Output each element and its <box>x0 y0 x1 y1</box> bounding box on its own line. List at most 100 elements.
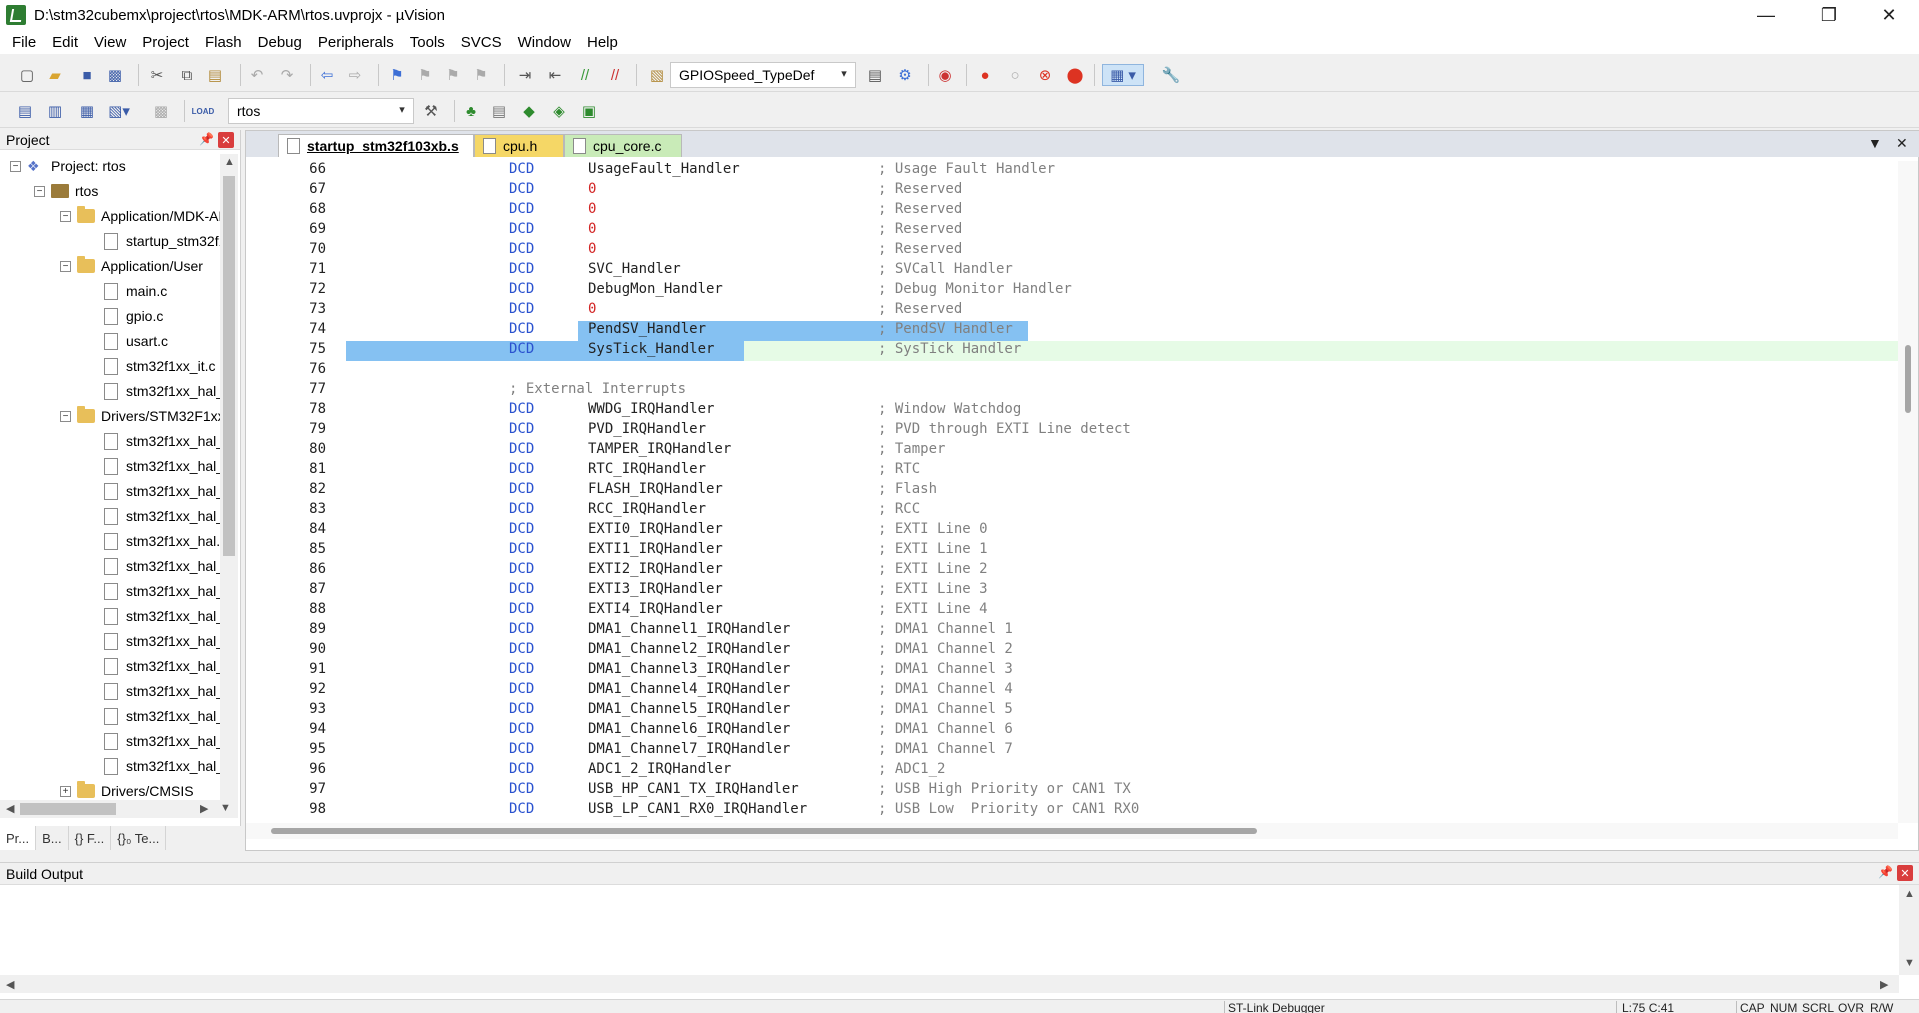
code-line[interactable]: 69 DCD 0 ; Reserved <box>246 221 1898 241</box>
find-in-files-icon[interactable]: ▧ <box>646 64 668 86</box>
tree-file-item[interactable]: main.c <box>104 279 167 303</box>
code-line[interactable]: 68 DCD 0 ; Reserved <box>246 201 1898 221</box>
unindent-icon[interactable]: ⇤ <box>544 64 566 86</box>
comment-icon[interactable]: // <box>574 64 596 86</box>
tree-file-item[interactable]: stm32f1xx_hal_rcc_ex.c <box>104 579 220 603</box>
collapse-icon[interactable]: − <box>60 260 71 272</box>
code-line[interactable]: 88 DCD EXTI4_IRQHandler ; EXTI Line 4 <box>246 601 1898 621</box>
code-line[interactable]: 85 DCD EXTI1_IRQHandler ; EXTI Line 1 <box>246 541 1898 561</box>
target-combo[interactable]: rtos ▾ <box>228 98 414 124</box>
tab-templates[interactable]: {}₀ Te... <box>111 826 167 850</box>
scroll-down-icon[interactable]: ▼ <box>220 802 231 814</box>
file-extensions-icon[interactable]: ▤ <box>488 100 510 122</box>
close-tab-icon[interactable]: ✕ <box>1896 135 1908 152</box>
collapse-icon[interactable]: − <box>10 160 21 172</box>
tree-target-item[interactable]: − rtos <box>34 179 98 203</box>
collapse-icon[interactable]: − <box>60 210 71 222</box>
next-bookmark-icon[interactable]: ⚑ <box>442 64 464 86</box>
code-line[interactable]: 89 DCD DMA1_Channel1_IRQHandler ; DMA1 Chan… <box>246 621 1898 641</box>
tree-file-item[interactable]: stm32f1xx_hal_uart.c <box>104 504 220 528</box>
collapse-icon[interactable]: − <box>34 185 45 197</box>
scroll-up-icon[interactable]: ▲ <box>1904 888 1915 900</box>
save-icon[interactable]: ■ <box>76 64 98 86</box>
target-options-icon[interactable]: ⚒ <box>420 100 442 122</box>
code-vertical-scrollbar[interactable] <box>1898 161 1918 823</box>
menu-file[interactable]: File <box>4 34 44 51</box>
code-line[interactable]: 86 DCD EXTI2_IRQHandler ; EXTI Line 2 <box>246 561 1898 581</box>
tree-folder-item[interactable]: − Application/MDK-ARM <box>60 204 220 228</box>
kill-all-breakpoints-icon[interactable]: ⬤ <box>1064 64 1086 86</box>
scroll-down-icon[interactable]: ▼ <box>1904 957 1915 969</box>
load-download-button[interactable]: LOAD <box>192 100 215 122</box>
code-vertical-scroll-thumb[interactable] <box>1905 345 1911 413</box>
code-line[interactable]: 79 DCD PVD_IRQHandler ; PVD through EXTI Li… <box>246 421 1898 441</box>
code-line[interactable]: 87 DCD EXTI3_IRQHandler ; EXTI Line 3 <box>246 581 1898 601</box>
tree-project-item[interactable]: − ❖ Project: rtos <box>10 154 126 178</box>
code-line[interactable]: 78 DCD WWDG_IRQHandler ; Window Watchdog <box>246 401 1898 421</box>
manage-components-icon[interactable]: ♣ <box>460 100 482 122</box>
tree-file-item[interactable]: stm32f1xx_it.c <box>104 354 215 378</box>
menu-help[interactable]: Help <box>579 34 626 51</box>
tree-vertical-scrollbar[interactable]: ▲ <box>220 154 238 800</box>
uncomment-icon[interactable]: // <box>604 64 626 86</box>
build-output-text[interactable] <box>0 885 1899 975</box>
tree-file-item[interactable]: stm32f1xx_hal_cortex.c <box>104 654 220 678</box>
tree-file-item[interactable]: stm32f1xx_hal_msp.c <box>104 379 220 403</box>
tab-project-window[interactable]: Pr... <box>0 826 37 850</box>
build-icon[interactable]: ▥ <box>44 100 66 122</box>
code-line[interactable]: 92 DCD DMA1_Channel4_IRQHandler ; DMA1 Chan… <box>246 681 1898 701</box>
tree-file-item[interactable]: stm32f1xx_hal_rcc.c <box>104 554 220 578</box>
code-line[interactable]: 72 DCD DebugMon_Handler ; Debug Monitor Han… <box>246 281 1898 301</box>
disable-all-breakpoints-icon[interactable]: ⊗ <box>1034 64 1056 86</box>
chevron-down-icon[interactable]: ▾ <box>394 103 410 119</box>
close-panel-icon[interactable]: ✕ <box>218 132 234 148</box>
tree-folder-item[interactable]: + Drivers/CMSIS <box>60 779 194 800</box>
navigate-back-icon[interactable]: ⇦ <box>316 64 338 86</box>
menu-edit[interactable]: Edit <box>44 34 86 51</box>
code-line[interactable]: 70 DCD 0 ; Reserved <box>246 241 1898 261</box>
code-line[interactable]: 95 DCD DMA1_Channel7_IRQHandler ; DMA1 Chan… <box>246 741 1898 761</box>
code-line[interactable]: 77 ; External Interrupts <box>246 381 1898 401</box>
tab-books[interactable]: B... <box>36 826 69 850</box>
close-button[interactable]: ✕ <box>1866 0 1912 30</box>
code-line[interactable]: 97 DCD USB_HP_CAN1_TX_IRQHandler ; USB High… <box>246 781 1898 801</box>
maximize-button[interactable]: ❐ <box>1806 0 1852 30</box>
code-line[interactable]: 76 <box>246 361 1898 381</box>
build-vertical-scrollbar[interactable]: ▲ ▼ <box>1899 885 1919 975</box>
window-layout-dropdown[interactable]: ▦ ▾ <box>1102 64 1144 86</box>
configure-icon[interactable]: 🔧 <box>1160 64 1182 86</box>
chevron-down-icon[interactable]: ▾ <box>836 67 852 83</box>
code-line[interactable]: 73 DCD 0 ; Reserved <box>246 301 1898 321</box>
menu-window[interactable]: Window <box>510 34 579 51</box>
open-folder-icon[interactable]: ▰ <box>44 64 66 86</box>
tab-cpu-core[interactable]: cpu_core.c <box>564 134 682 157</box>
menu-svcs[interactable]: SVCS <box>453 34 510 51</box>
prev-bookmark-icon[interactable]: ⚑ <box>414 64 436 86</box>
tree-file-item[interactable]: stm32f1xx_hal.c <box>104 529 220 553</box>
save-all-icon[interactable]: ▩ <box>104 64 126 86</box>
code-line[interactable]: 90 DCD DMA1_Channel2_IRQHandler ; DMA1 Chan… <box>246 641 1898 661</box>
incremental-find-icon[interactable]: ⚙ <box>894 64 916 86</box>
minimize-button[interactable]: — <box>1743 0 1789 30</box>
insert-breakpoint-icon[interactable]: ● <box>974 64 996 86</box>
tree-file-item[interactable]: stm32f1xx_hal_flash_ex.c <box>104 729 220 753</box>
scroll-left-icon[interactable]: ◀ <box>6 978 14 991</box>
menu-view[interactable]: View <box>86 34 134 51</box>
stop-build-icon[interactable]: ▩ <box>150 100 172 122</box>
tree-file-item[interactable]: gpio.c <box>104 304 163 328</box>
pin-icon[interactable]: 📌 <box>199 132 214 146</box>
tab-list-dropdown-icon[interactable]: ▼ <box>1868 135 1882 151</box>
code-line[interactable]: 84 DCD EXTI0_IRQHandler ; EXTI Line 0 <box>246 521 1898 541</box>
rebuild-icon[interactable]: ▦ <box>76 100 98 122</box>
scroll-up-icon[interactable]: ▲ <box>224 156 235 168</box>
tree-folder-item[interactable]: − Drivers/STM32F1xx_HAL_Driver <box>60 404 220 428</box>
pack-installer-icon[interactable]: ▣ <box>578 100 600 122</box>
undo-icon[interactable]: ↶ <box>246 64 268 86</box>
code-line[interactable]: 98 DCD USB_LP_CAN1_RX0_IRQHandler ; USB Low… <box>246 801 1898 821</box>
tree-file-item[interactable]: usart.c <box>104 329 168 353</box>
scroll-left-icon[interactable]: ◀ <box>6 802 14 815</box>
tree-file-item[interactable]: stm32f1xx_hal_pwr.c <box>104 679 220 703</box>
tree-file-item[interactable]: stm32f1xx_hal_tim.c <box>104 454 220 478</box>
code-horizontal-scrollbar[interactable] <box>246 823 1898 839</box>
menu-project[interactable]: Project <box>134 34 197 51</box>
